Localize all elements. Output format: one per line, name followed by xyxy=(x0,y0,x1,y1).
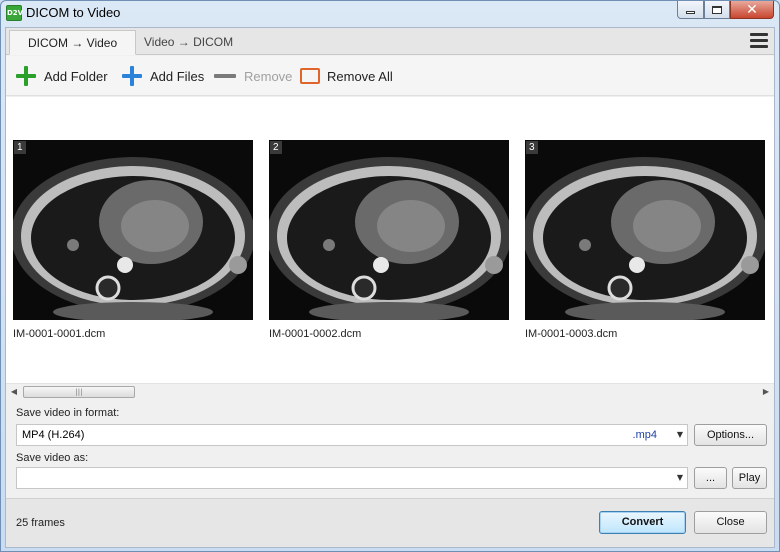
play-button[interactable]: Play xyxy=(732,467,767,489)
toolbar: Add Folder Add Files Remove Remove All xyxy=(6,56,774,96)
remove-label: Remove xyxy=(244,68,293,84)
settings-panel: Save video in format: MP4 (H.264) .mp4 ▼… xyxy=(6,400,774,496)
remove-all-label: Remove All xyxy=(327,68,393,84)
tab-video-to-dicom[interactable]: Video → DICOM xyxy=(126,30,251,55)
remove-button[interactable]: Remove xyxy=(214,67,292,85)
save-as-label: Save video as: xyxy=(16,452,89,464)
thumbnail-filename: IM-0001-0002.dcm xyxy=(269,328,362,340)
thumbnail-item[interactable]: 3 IM-0001-0003.dcm xyxy=(525,140,765,340)
hamburger-menu-icon[interactable] xyxy=(750,33,768,49)
frame-number: 1 xyxy=(14,141,26,154)
format-label: Save video in format: xyxy=(16,407,120,419)
tab-dicom-to-video[interactable]: DICOM → Video xyxy=(9,30,137,55)
mri-scan-graphic xyxy=(525,157,765,320)
thumbnail-item[interactable]: 1 IM-0001-0001.dcm xyxy=(13,140,253,340)
browse-button[interactable]: ... xyxy=(694,467,727,489)
tab-bar: DICOM → Video Video → DICOM xyxy=(6,28,774,55)
save-as-input[interactable]: ▼ xyxy=(16,467,688,489)
footer-bar: 25 frames Convert Close xyxy=(6,498,774,547)
app-icon: D2V xyxy=(6,5,23,21)
close-button[interactable]: Close xyxy=(694,511,767,534)
plus-icon xyxy=(16,66,36,86)
dicom-image: 2 xyxy=(269,140,509,320)
format-select[interactable]: MP4 (H.264) .mp4 ▼ xyxy=(16,424,688,446)
dicom-image: 3 xyxy=(525,140,765,320)
format-extension: .mp4 xyxy=(632,429,657,441)
title-bar[interactable]: D2V DICOM to Video ✕ xyxy=(1,1,779,27)
options-button[interactable]: Options... xyxy=(694,424,767,446)
plus-icon xyxy=(122,66,142,86)
horizontal-scrollbar[interactable]: ◀ ||| ▶ xyxy=(6,383,774,399)
window-title: DICOM to Video xyxy=(26,5,121,20)
app-window: D2V DICOM to Video ✕ DICOM → Video Video… xyxy=(0,0,780,552)
client-area: DICOM → Video Video → DICOM Add Folder A… xyxy=(5,27,775,548)
clear-square-icon xyxy=(300,68,320,84)
mri-scan-graphic xyxy=(269,157,509,320)
add-folder-button[interactable]: Add Folder xyxy=(16,66,108,86)
add-files-button[interactable]: Add Files xyxy=(122,66,205,86)
mri-scan-graphic xyxy=(13,157,253,320)
format-value: MP4 (H.264) xyxy=(22,429,85,441)
thumbnail-item[interactable]: 2 IM-0001-0002.dcm xyxy=(269,140,509,340)
minus-icon xyxy=(214,67,236,85)
scroll-left-icon[interactable]: ◀ xyxy=(8,386,20,398)
minimize-icon xyxy=(686,11,695,14)
close-window-button[interactable]: ✕ xyxy=(730,1,774,19)
add-files-label: Add Files xyxy=(150,68,205,84)
scrollbar-thumb[interactable]: ||| xyxy=(23,386,135,398)
dicom-image: 1 xyxy=(13,140,253,320)
thumbnail-filename: IM-0001-0001.dcm xyxy=(13,328,106,340)
maximize-icon xyxy=(712,5,722,14)
add-folder-label: Add Folder xyxy=(44,68,108,84)
convert-button[interactable]: Convert xyxy=(599,511,686,534)
remove-all-button[interactable]: Remove All xyxy=(300,67,393,85)
scroll-right-icon[interactable]: ▶ xyxy=(760,386,772,398)
chevron-down-icon: ▼ xyxy=(676,473,683,482)
thumbnail-filename: IM-0001-0003.dcm xyxy=(525,328,618,340)
frame-number: 3 xyxy=(526,141,538,154)
maximize-button[interactable] xyxy=(704,1,730,19)
chevron-down-icon: ▼ xyxy=(676,430,683,439)
image-viewer: 1 IM-0001-0001.dcm 2 IM-0001-0002.dcm 3 … xyxy=(6,97,774,397)
frame-number: 2 xyxy=(270,141,282,154)
close-icon: ✕ xyxy=(746,1,758,18)
frame-count: 25 frames xyxy=(16,517,65,529)
minimize-button[interactable] xyxy=(677,1,704,19)
